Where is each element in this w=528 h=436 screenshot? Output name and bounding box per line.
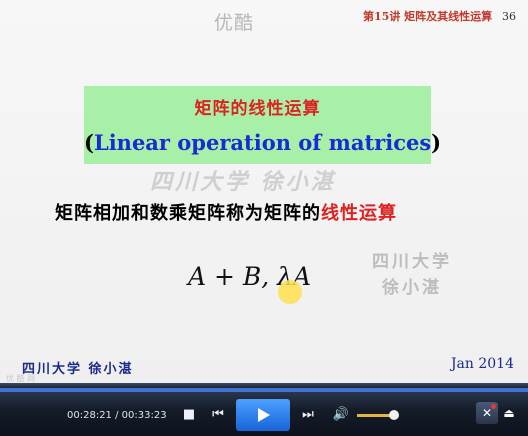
volume-icon[interactable]: 🔊 (330, 404, 352, 426)
play-button[interactable] (236, 399, 290, 431)
title-box: 矩阵的线性运算 (Linear operation of matrices) (84, 86, 441, 164)
seek-bar[interactable] (0, 388, 528, 392)
player-controls: 00:28:21 / 00:33:23 ■ ⏮ ⏭ 🔊 ✕ ⏏ (0, 388, 528, 436)
tools-button[interactable]: ✕ (476, 402, 498, 424)
next-icon[interactable]: ⏭ (297, 404, 319, 426)
definition-highlight: 线性运算 (321, 203, 397, 224)
author-watermark: 四川大学 徐小湛 (150, 169, 336, 195)
footer-date: Jan 2014 (450, 356, 514, 372)
author-watermark-right: 四川大学 徐小湛 (372, 249, 452, 301)
lecture-title: 第15讲 矩阵及其线性运算 (363, 10, 493, 23)
slide: 优酷 第15讲 矩阵及其线性运算 36 矩阵的线性运算 (Linear oper… (0, 0, 528, 383)
definition-prefix: 矩阵相加和数乘矩阵称为矩阵的 (55, 203, 321, 224)
title-english-text: Linear operation of matrices (93, 130, 432, 155)
title-close-paren: ) (431, 130, 442, 155)
stop-icon[interactable]: ■ (178, 404, 200, 426)
title-open-paren: ( (84, 130, 94, 155)
title-chinese: 矩阵的线性运算 (194, 99, 321, 119)
pointer-highlight (278, 280, 302, 304)
watermark-line2: 徐小湛 (382, 278, 442, 298)
time-display: 00:28:21 / 00:33:23 (67, 410, 167, 421)
watermark-line1: 四川大学 (372, 252, 452, 272)
play-icon (258, 408, 270, 422)
volume-knob[interactable] (389, 410, 399, 420)
tools-icon: ✕ (481, 406, 493, 420)
slide-header: 第15讲 矩阵及其线性运算 36 (363, 8, 516, 24)
eject-icon[interactable]: ⏏ (500, 402, 518, 424)
title-english: (Linear operation of matrices) (84, 130, 441, 155)
prev-icon[interactable]: ⏮ (207, 404, 229, 426)
page-number: 36 (502, 10, 516, 23)
definition-text: 矩阵相加和数乘矩阵称为矩阵的线性运算 (55, 199, 397, 225)
youku-watermark: 优酷 (214, 12, 255, 34)
footer-author: 四川大学 徐小湛 (22, 362, 134, 377)
notification-dot (491, 404, 496, 409)
